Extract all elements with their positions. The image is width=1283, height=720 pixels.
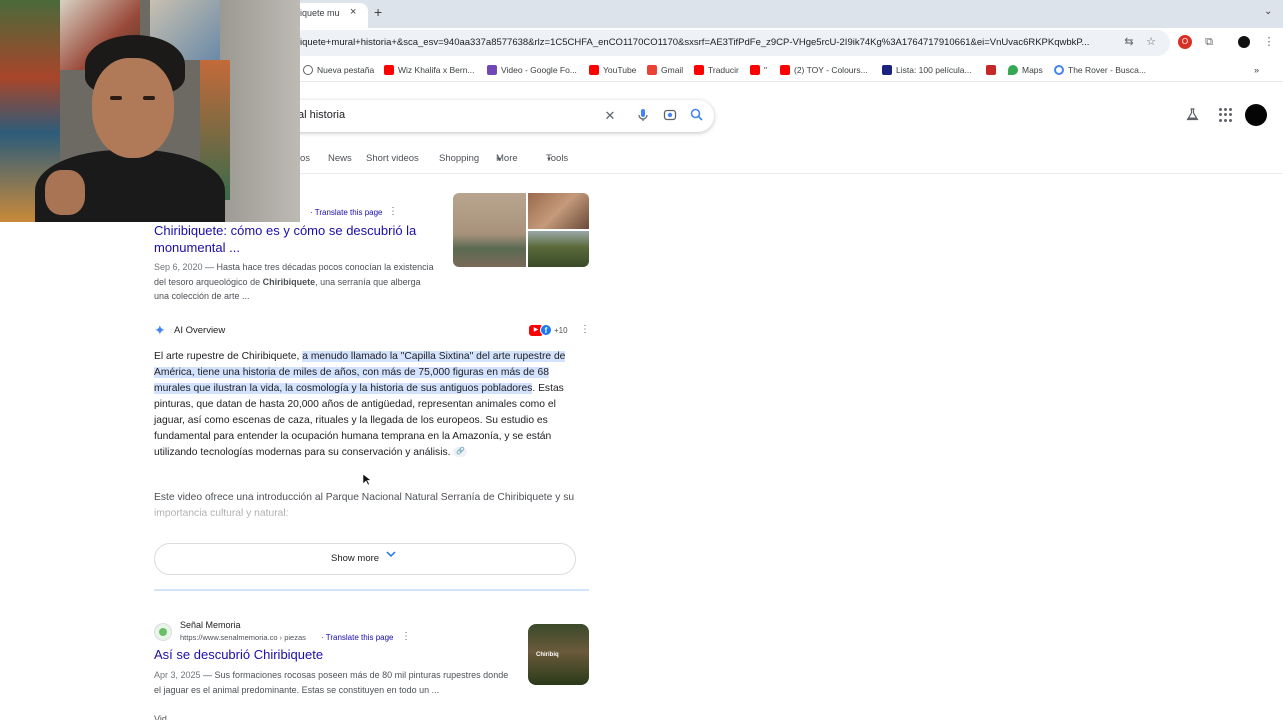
source-count[interactable]: +10 — [554, 326, 568, 335]
google-apps-icon[interactable] — [1219, 108, 1233, 122]
bookmark-item[interactable]: " — [750, 63, 767, 77]
next-section-heading: Vid — [154, 714, 167, 720]
result-image-rock-art[interactable] — [528, 193, 589, 229]
microphone-icon — [638, 109, 648, 121]
result-image-landscape[interactable] — [528, 231, 589, 267]
background-wall — [220, 0, 300, 222]
bookmark-item[interactable]: Gmail — [647, 63, 683, 77]
facebook-source-icon[interactable]: f — [540, 324, 552, 336]
lens-search-icon[interactable] — [662, 108, 678, 124]
show-more-label[interactable]: Show more — [331, 553, 379, 564]
magnifier-icon — [690, 108, 703, 121]
youtube-icon — [589, 65, 599, 75]
result-url[interactable]: https://www.senalmemoria.co › piezas — [180, 633, 306, 642]
camera-icon — [663, 109, 677, 121]
globe-icon — [303, 65, 313, 75]
filter-tab-short-videos[interactable]: Short videos — [366, 153, 419, 164]
presenter-hand — [45, 170, 85, 215]
bookmark-star-icon[interactable]: ☆ — [1144, 35, 1158, 49]
result-options-icon[interactable]: ⋮ — [388, 206, 398, 217]
translate-page-link[interactable]: · Translate this page — [321, 633, 393, 642]
extension-opera-icon[interactable]: O — [1178, 35, 1192, 49]
tab-close-icon[interactable]: × — [350, 6, 356, 18]
filter-tab-news[interactable]: News — [328, 153, 352, 164]
presenter-eye — [143, 96, 155, 100]
search-icon[interactable] — [688, 108, 704, 124]
ai-overview-label: AI Overview — [174, 325, 226, 336]
bookmark-item[interactable]: The Rover - Busca... — [1054, 63, 1146, 77]
filter-tab-videos[interactable]: os — [300, 153, 310, 164]
google-forms-icon — [487, 65, 497, 75]
list-icon — [882, 65, 892, 75]
profile-icon[interactable] — [1238, 36, 1250, 48]
account-avatar[interactable] — [1245, 104, 1267, 126]
labs-flask-icon[interactable] — [1186, 108, 1199, 124]
tab-search-icon[interactable]: ⌄ — [1264, 6, 1272, 17]
result-snippet: Apr 3, 2025 — Sus formaciones rocosas po… — [154, 670, 509, 695]
result-site-name[interactable]: Señal Memoria — [180, 620, 241, 630]
bookmark-item[interactable]: Nueva pestaña — [303, 63, 374, 77]
chevron-down-icon[interactable] — [386, 550, 396, 561]
bookmark-item[interactable] — [986, 63, 1000, 77]
bookmark-item[interactable]: Lista: 100 película... — [882, 63, 972, 77]
webcam-overlay — [0, 0, 300, 222]
result-options-icon[interactable]: ⋮ — [401, 631, 411, 642]
address-url[interactable]: iquete+mural+historia+&sca_esv=940aa337a… — [300, 37, 1115, 48]
citation-link-icon[interactable]: 🔗 — [453, 447, 468, 458]
presenter-eye — [110, 96, 122, 100]
voice-search-icon[interactable] — [635, 108, 651, 124]
maps-icon — [1008, 65, 1018, 75]
gmail-icon — [647, 65, 657, 75]
bookmark-item[interactable]: Video - Google Fo... — [487, 63, 577, 77]
presenter-face — [92, 58, 174, 158]
search-input[interactable]: al historia — [298, 109, 345, 121]
site-favicon[interactable] — [154, 623, 172, 641]
google-icon — [1054, 65, 1064, 75]
result-snippet: Sep 6, 2020 — Hasta hace tres décadas po… — [154, 262, 434, 301]
result-image-cave-wall[interactable] — [453, 193, 526, 267]
clear-search-icon[interactable]: ✕ — [602, 108, 618, 124]
translate-icon[interactable]: ⇆ — [1122, 35, 1136, 49]
result-title-link[interactable]: Así se descubrió Chiribiquete — [154, 647, 323, 662]
new-tab-button[interactable]: + — [374, 4, 382, 20]
ai-overview-text: El arte rupestre de Chiribiquete, a menu… — [154, 351, 566, 458]
youtube-icon — [750, 65, 760, 75]
youtube-icon — [780, 65, 790, 75]
youtube-icon — [384, 65, 394, 75]
menu-kebab-icon[interactable]: ⋮ — [1262, 35, 1276, 49]
tools-button[interactable]: Tools ▼ — [546, 153, 568, 164]
ai-overview-divider — [154, 589, 589, 591]
up-icon — [986, 65, 996, 75]
bookmark-item[interactable]: (2) TOY - Colours... — [780, 63, 868, 77]
tab-title[interactable]: iquete mu — [300, 8, 344, 18]
more-bookmarks-icon[interactable]: » — [1254, 65, 1259, 75]
bookmark-item[interactable]: YouTube — [589, 63, 636, 77]
thumbnail-caption: Chiribiq — [536, 652, 559, 658]
filter-tab-shopping[interactable]: Shopping — [439, 153, 479, 164]
ai-options-icon[interactable]: ⋮ — [580, 324, 590, 335]
translate-page-link[interactable]: · Translate this page — [310, 208, 382, 217]
bookmark-item[interactable]: Maps — [1008, 63, 1043, 77]
content-fade — [150, 504, 590, 534]
result-title-link[interactable]: Chiribiquete: cómo es y cómo se descubri… — [154, 222, 444, 256]
mouse-cursor-icon — [362, 473, 372, 488]
bookmark-item[interactable]: Wiz Khalifa x Bern... — [384, 63, 475, 77]
bookmark-item[interactable]: Traducir — [694, 63, 739, 77]
youtube-icon — [694, 65, 704, 75]
ai-sparkle-icon: ✦ — [154, 322, 166, 338]
extensions-puzzle-icon[interactable]: ⧉ — [1202, 35, 1216, 49]
filter-tab-more[interactable]: More ▼ — [496, 153, 518, 164]
